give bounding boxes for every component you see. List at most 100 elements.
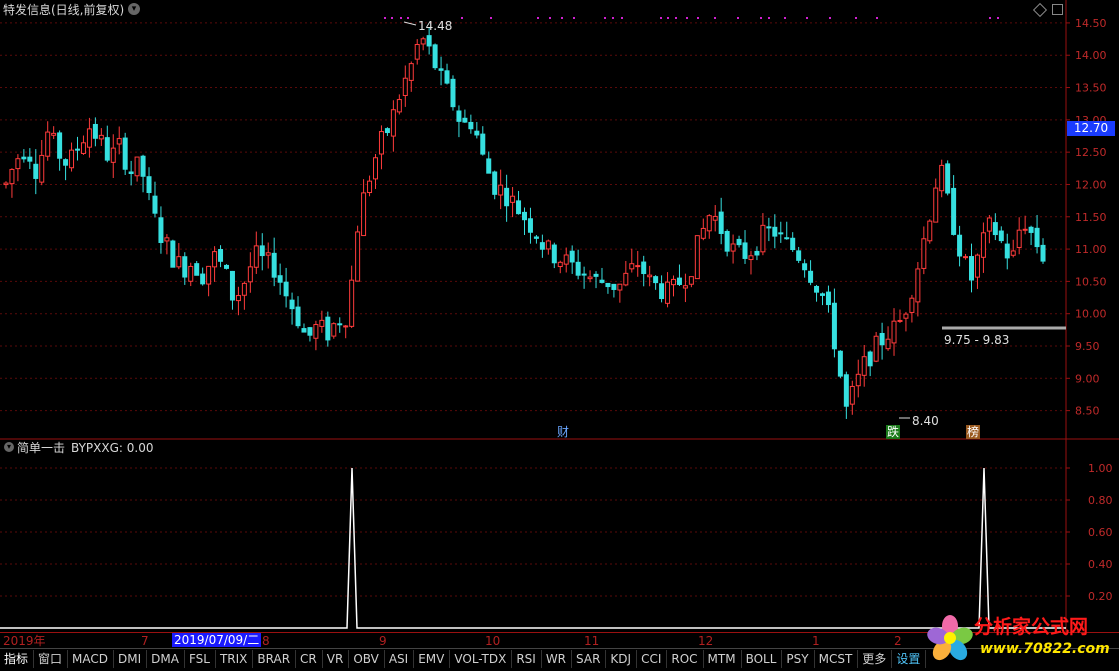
tab-vr[interactable]: VR <box>323 649 350 668</box>
tab-fsl[interactable]: FSL <box>185 649 216 668</box>
candle-down <box>653 276 659 284</box>
y-tick-label: 9.00 <box>1075 372 1100 385</box>
candle-down <box>879 332 885 346</box>
chevron-down-icon[interactable]: ▾ <box>128 3 140 15</box>
tab-cr[interactable]: CR <box>296 649 323 668</box>
square-icon[interactable] <box>1052 4 1063 15</box>
candle-down <box>825 291 831 306</box>
candle-up <box>188 265 194 282</box>
candle-up <box>897 319 903 322</box>
tab-mcst[interactable]: MCST <box>815 649 859 668</box>
date-label: 1 <box>812 634 820 648</box>
tab-emv[interactable]: EMV <box>414 649 451 668</box>
candle-down <box>599 279 605 283</box>
candle-up <box>349 279 355 327</box>
candle-down <box>259 245 265 257</box>
tab-wr[interactable]: WR <box>542 649 573 668</box>
tab-rsi[interactable]: RSI <box>512 649 542 668</box>
candlestick-chart[interactable]: 8.50 9.00 9.50 10.00 10.50 11.00 11.50 12.00 12.… <box>0 0 1119 440</box>
candle-up <box>563 254 569 265</box>
y-tick-label: 14.50 <box>1075 17 1107 30</box>
candle-up <box>909 297 915 313</box>
candle-down <box>724 230 730 252</box>
tab-indicators[interactable]: 指标 <box>0 649 35 668</box>
tab-dmi[interactable]: DMI <box>114 649 148 668</box>
candle-up <box>688 276 694 285</box>
date-label: 8 <box>262 634 270 648</box>
candle-down <box>790 237 796 251</box>
date-label: 2019年 <box>3 634 46 648</box>
selected-date-label[interactable]: 2019/07/09/二 <box>172 633 262 647</box>
tab-dma[interactable]: DMA <box>147 649 185 668</box>
candle-down <box>527 218 533 233</box>
candle-up <box>635 265 641 268</box>
marker-finance[interactable]: 财 <box>557 425 569 439</box>
candle-up <box>15 158 21 170</box>
candle-up <box>116 138 122 145</box>
candle-up <box>986 217 992 232</box>
candle-up <box>69 149 75 169</box>
candle-up <box>557 261 563 268</box>
candle-up <box>665 281 671 304</box>
indicator-title: 简单一击 <box>17 441 66 455</box>
low-price-label: 8.40 <box>912 414 939 428</box>
candle-up <box>587 276 593 280</box>
candle-up <box>206 265 212 285</box>
candle-up <box>855 373 861 387</box>
candle-up <box>510 195 516 203</box>
tab-cci[interactable]: CCI <box>637 649 668 668</box>
candle-up <box>849 385 855 405</box>
signal-dot <box>686 17 688 19</box>
signal-dot <box>461 17 463 19</box>
candle-down <box>75 148 80 151</box>
candle-down <box>1028 226 1034 233</box>
candle-down <box>533 236 539 239</box>
candle-up <box>247 266 253 283</box>
marker-drop[interactable]: 跌 <box>886 425 901 439</box>
indicator-chart[interactable]: 0.20 0.40 0.60 0.80 1.00 <box>0 440 1119 632</box>
candle-up <box>402 77 408 96</box>
tab-asi[interactable]: ASI <box>385 649 415 668</box>
candle-up <box>9 168 15 185</box>
chevron-down-icon[interactable]: ▾ <box>4 442 14 452</box>
tab-macd[interactable]: MACD <box>68 649 115 668</box>
candle-down <box>283 281 289 297</box>
tab-brar[interactable]: BRAR <box>253 649 297 668</box>
candle-down <box>194 263 200 276</box>
candle-down <box>456 110 462 122</box>
candle-down <box>277 275 283 283</box>
signal-dot <box>490 17 492 19</box>
candle-up <box>760 224 766 253</box>
signal-dot <box>660 17 662 19</box>
candle-down <box>152 195 158 214</box>
marker-rank[interactable]: 榜 <box>966 425 981 439</box>
signal-dot <box>561 17 563 19</box>
candle-down <box>307 327 313 336</box>
candle-down <box>1034 227 1040 248</box>
tab-boll[interactable]: BOLL <box>742 649 783 668</box>
tab-window[interactable]: 窗口 <box>34 649 69 668</box>
candle-down <box>492 171 498 195</box>
tab-psy[interactable]: PSY <box>782 649 815 668</box>
candle-down <box>325 316 331 341</box>
current-price-tag: 12.70 <box>1067 121 1115 136</box>
candle-up <box>396 99 402 113</box>
candle-down <box>480 133 486 155</box>
candle-down <box>605 282 611 288</box>
candle-down <box>569 250 575 263</box>
candle-up <box>319 319 325 327</box>
tab-more[interactable]: 更多 <box>858 649 893 668</box>
candle-up <box>3 182 9 186</box>
tab-sar[interactable]: SAR <box>572 649 607 668</box>
tab-mtm[interactable]: MTM <box>704 649 742 668</box>
candle-down <box>504 187 510 207</box>
candle-up <box>873 335 879 362</box>
tab-vol-tdx[interactable]: VOL-TDX <box>450 649 513 668</box>
tab-roc[interactable]: ROC <box>667 649 704 668</box>
candle-down <box>33 163 39 179</box>
tab-obv[interactable]: OBV <box>349 649 385 668</box>
tab-kdj[interactable]: KDJ <box>606 649 638 668</box>
y-tick-label: 10.00 <box>1075 308 1107 321</box>
tab-trix[interactable]: TRIX <box>216 649 254 668</box>
chart-title: 特发信息(日线,前复权) <box>3 3 125 17</box>
